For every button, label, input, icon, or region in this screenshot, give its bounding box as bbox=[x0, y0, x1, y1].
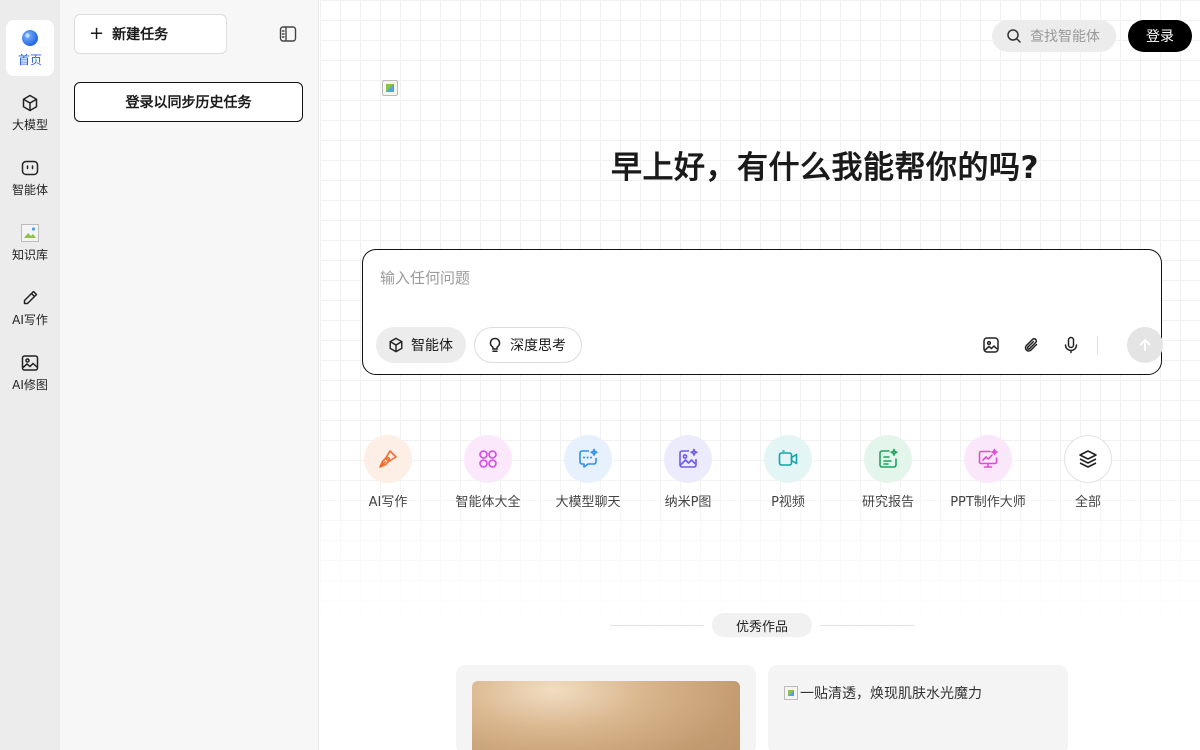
login-button[interactable]: 登录 bbox=[1128, 20, 1192, 52]
showcase-photo bbox=[472, 681, 740, 750]
showcase-caption-text: 一贴清透，焕现肌肤水光魔力 bbox=[800, 686, 982, 702]
agent-search-input[interactable]: 查找智能体 bbox=[992, 20, 1116, 52]
rail-item-ai-retouch[interactable]: AI修图 bbox=[6, 345, 54, 401]
rail-item-label: AI修图 bbox=[12, 378, 48, 392]
rail-item-home[interactable]: 首页 bbox=[6, 20, 54, 76]
photo-sparkle-icon bbox=[664, 435, 712, 483]
shortcut-label: 研究报告 bbox=[861, 495, 914, 510]
main-area: 查找智能体 登录 早上好，有什么我能帮你的吗? 输入任何问题 智能体 深度思考 bbox=[320, 0, 1200, 750]
task-panel: + 新建任务 登录以同步历史任务 bbox=[60, 0, 319, 750]
send-button[interactable] bbox=[1127, 327, 1163, 363]
agent-icon bbox=[20, 158, 40, 178]
showcase-caption: 一贴清透，焕现肌肤水光魔力 bbox=[784, 683, 982, 703]
login-sync-button[interactable]: 登录以同步历史任务 bbox=[74, 82, 303, 122]
rail-item-knowledge[interactable]: 知识库 bbox=[6, 215, 54, 271]
prompt-composer: 输入任何问题 智能体 深度思考 bbox=[362, 249, 1163, 375]
greeting-heading: 早上好，有什么我能帮你的吗? bbox=[611, 150, 1039, 186]
rail-item-label: 知识库 bbox=[11, 248, 48, 262]
sidebar-toggle-icon[interactable] bbox=[278, 24, 298, 44]
agent-mode-chip[interactable]: 智能体 bbox=[376, 327, 466, 363]
shortcut-research-report[interactable]: 研究报告 bbox=[838, 435, 938, 510]
plus-icon: + bbox=[89, 23, 105, 44]
rail-item-agents[interactable]: 智能体 bbox=[6, 150, 54, 206]
microphone-icon[interactable] bbox=[1060, 334, 1082, 356]
shortcut-nano-image[interactable]: 纳米P图 bbox=[638, 435, 738, 510]
arrow-up-icon bbox=[1139, 339, 1151, 351]
lightbulb-icon bbox=[489, 337, 501, 352]
broken-image-icon bbox=[382, 80, 398, 96]
chip-label: 智能体 bbox=[411, 338, 453, 354]
shortcut-ppt-master[interactable]: PPT制作大师 bbox=[938, 435, 1038, 510]
toolbar-divider bbox=[1097, 336, 1098, 354]
section-divider-right bbox=[820, 625, 914, 626]
shortcut-video[interactable]: P视频 bbox=[738, 435, 838, 510]
shortcut-label: AI写作 bbox=[368, 495, 408, 510]
rail-item-label: 大模型 bbox=[11, 118, 48, 132]
rail-item-label: AI写作 bbox=[12, 313, 48, 327]
new-task-button[interactable]: + 新建任务 bbox=[74, 14, 227, 54]
cube-icon bbox=[389, 337, 403, 353]
rail-item-label: 智能体 bbox=[11, 183, 48, 197]
shortcut-label: 全部 bbox=[1074, 495, 1101, 510]
left-rail: 首页 大模型 智能体 知识库 AI写作 AI修图 bbox=[0, 0, 60, 750]
search-placeholder: 查找智能体 bbox=[1030, 29, 1100, 45]
rail-item-ai-writing[interactable]: AI写作 bbox=[6, 280, 54, 336]
rail-item-models[interactable]: 大模型 bbox=[6, 85, 54, 141]
rail-item-label: 首页 bbox=[17, 53, 42, 67]
broken-image-icon bbox=[784, 686, 798, 700]
attachment-icon[interactable] bbox=[1020, 334, 1042, 356]
pen-nib-icon bbox=[364, 435, 412, 483]
shortcut-ai-writing[interactable]: AI写作 bbox=[338, 435, 438, 510]
presentation-icon bbox=[964, 435, 1012, 483]
layers-icon bbox=[1064, 435, 1112, 483]
grid-circles-icon bbox=[464, 435, 512, 483]
knowledge-icon bbox=[20, 223, 40, 243]
shortcut-label: 大模型聊天 bbox=[555, 495, 621, 510]
search-icon bbox=[1007, 29, 1021, 43]
cube-icon bbox=[20, 93, 40, 113]
showcase-title: 优秀作品 bbox=[712, 613, 812, 637]
image-icon bbox=[20, 353, 40, 373]
chat-sparkle-icon bbox=[564, 435, 612, 483]
deep-think-chip[interactable]: 深度思考 bbox=[474, 327, 582, 363]
video-icon bbox=[764, 435, 812, 483]
shortcut-agent-gallery[interactable]: 智能体大全 bbox=[438, 435, 538, 510]
shortcut-all[interactable]: 全部 bbox=[1038, 435, 1138, 510]
shortcut-label: 纳米P图 bbox=[664, 495, 712, 510]
report-icon bbox=[864, 435, 912, 483]
shortcut-model-chat[interactable]: 大模型聊天 bbox=[538, 435, 638, 510]
pen-icon bbox=[20, 288, 40, 308]
upload-image-icon[interactable] bbox=[980, 334, 1002, 356]
home-icon bbox=[20, 28, 40, 48]
showcase-card[interactable] bbox=[456, 665, 756, 750]
section-divider-left bbox=[610, 625, 704, 626]
new-task-label: 新建任务 bbox=[112, 27, 169, 43]
shortcut-label: 智能体大全 bbox=[455, 495, 521, 510]
prompt-input[interactable]: 输入任何问题 bbox=[380, 267, 470, 288]
chip-label: 深度思考 bbox=[510, 338, 566, 354]
shortcut-label: P视频 bbox=[771, 495, 805, 510]
shortcut-label: PPT制作大师 bbox=[950, 495, 1026, 510]
showcase-card[interactable]: 一贴清透，焕现肌肤水光魔力 bbox=[768, 665, 1068, 750]
